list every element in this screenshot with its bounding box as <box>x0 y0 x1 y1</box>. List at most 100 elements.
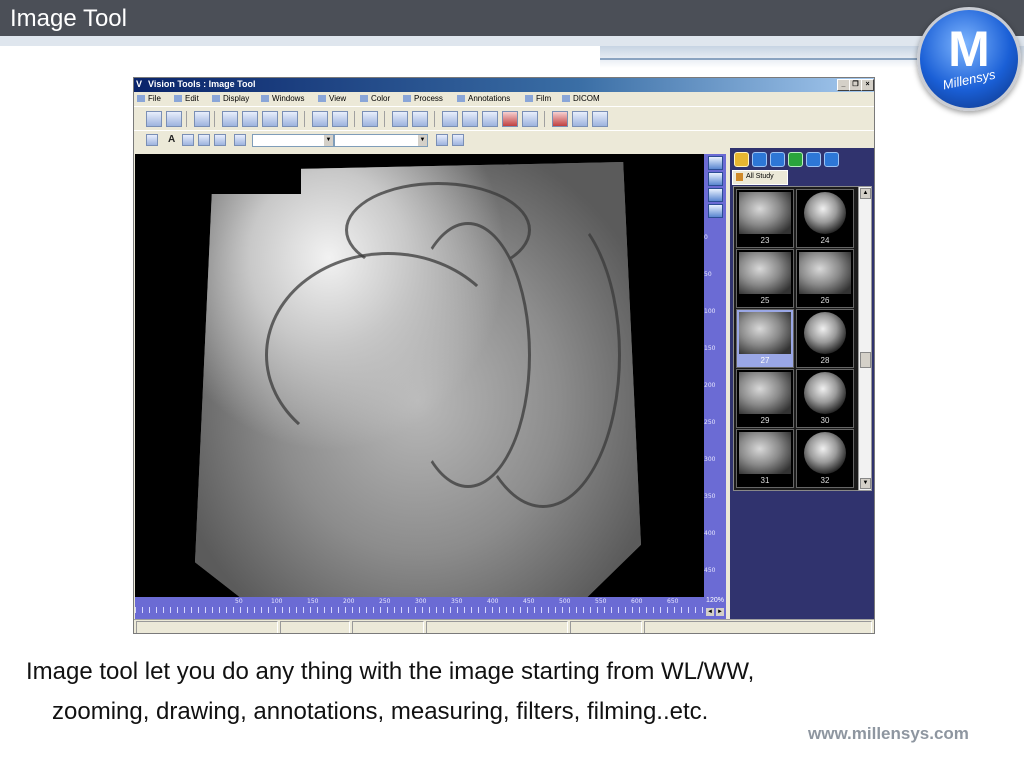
status-cell <box>352 621 424 633</box>
window-title: Vision Tools : Image Tool <box>148 79 256 89</box>
zoom-in-button[interactable]: ► <box>716 608 724 616</box>
ruler-label: 550 <box>595 598 607 605</box>
annotation-size-dropdown[interactable]: ▼ <box>334 134 428 147</box>
magnify-icon[interactable] <box>708 204 723 218</box>
zoom-fit-icon[interactable] <box>708 156 723 170</box>
thumbnail[interactable]: 30 <box>796 369 854 428</box>
ruler-label: 250 <box>704 419 716 426</box>
hand-icon[interactable] <box>146 134 158 146</box>
back-arrow-icon[interactable] <box>752 152 767 167</box>
open-folder-icon[interactable] <box>734 152 749 167</box>
annotation-toolbar: A ▼ ▼ <box>134 130 874 149</box>
export-icon[interactable] <box>592 111 608 127</box>
scroll-up-icon[interactable]: ▲ <box>860 188 871 199</box>
ruler-label: 0 <box>704 234 708 241</box>
zoom-out-button[interactable]: ◄ <box>706 608 714 616</box>
thumbnail-image <box>739 312 791 354</box>
undo-icon[interactable] <box>194 111 210 127</box>
thumbnail[interactable]: 32 <box>796 429 854 488</box>
folder-icon <box>137 95 145 102</box>
print-preview-icon[interactable] <box>572 111 588 127</box>
ruler-label: 100 <box>704 308 716 315</box>
arrow-tool-icon[interactable] <box>182 134 194 146</box>
image-info-icon[interactable] <box>312 111 328 127</box>
menu-film[interactable]: Film <box>525 94 551 103</box>
caption-line-1: Image tool let you do any thing with the… <box>26 658 755 685</box>
save-icon[interactable] <box>146 111 162 127</box>
text-tool-icon[interactable]: A <box>168 134 175 145</box>
thumbnail-number: 30 <box>820 416 830 425</box>
menu-process[interactable]: Process <box>403 94 443 103</box>
film-layout-icon[interactable] <box>442 111 458 127</box>
scroll-thumb[interactable] <box>860 352 871 368</box>
invert-icon[interactable] <box>392 111 408 127</box>
ruler-label: 400 <box>487 598 499 605</box>
ruler-ticks <box>135 607 704 613</box>
main-toolbar <box>134 106 874 131</box>
tab-all-study-label: All Study <box>746 173 774 180</box>
menu-edit[interactable]: Edit <box>174 94 199 103</box>
menu-color[interactable]: Color <box>360 94 390 103</box>
ruler-label: 450 <box>704 567 716 574</box>
thumbnail-image <box>804 372 846 414</box>
menu-windows[interactable]: Windows <box>261 94 304 103</box>
thumbnail[interactable]: 29 <box>736 369 794 428</box>
overlay-info-box <box>135 154 301 194</box>
thumbnail[interactable]: 31 <box>736 429 794 488</box>
grid-2x2-icon[interactable] <box>806 152 821 167</box>
grid-3x3-icon[interactable] <box>824 152 839 167</box>
thumbnail-selected[interactable]: 27 <box>736 309 794 368</box>
layout-rows-icon[interactable] <box>282 111 298 127</box>
angle-tool-icon[interactable] <box>198 134 210 146</box>
thumbnail-number: 32 <box>820 476 830 485</box>
ruler-label: 200 <box>343 598 355 605</box>
menu-dicom[interactable]: DICOM <box>562 94 600 103</box>
windows-icon <box>261 95 269 102</box>
menu-display[interactable]: Display <box>212 94 249 103</box>
image-tool-window: V Vision Tools : Image Tool _ ❐ × File E… <box>133 77 875 634</box>
thumbnail[interactable]: 25 <box>736 249 794 308</box>
window-level-icon[interactable] <box>412 111 428 127</box>
zoom-image-icon[interactable] <box>332 111 348 127</box>
ruler-label: 150 <box>704 345 716 352</box>
thumbnail[interactable]: 28 <box>796 309 854 368</box>
thumbnail[interactable]: 24 <box>796 189 854 248</box>
film-remove-icon[interactable] <box>482 111 498 127</box>
layout-columns-icon[interactable] <box>262 111 278 127</box>
close-button[interactable]: × <box>861 79 874 91</box>
thumbnail-scrollbar[interactable]: ▲ ▼ <box>858 186 872 491</box>
star-icon[interactable] <box>234 134 246 146</box>
film-delete-icon[interactable] <box>502 111 518 127</box>
thumbnail[interactable]: 26 <box>796 249 854 308</box>
status-cell <box>570 621 642 633</box>
layout-grid-icon[interactable] <box>222 111 238 127</box>
pan-hand-icon[interactable] <box>362 111 378 127</box>
eraser-icon[interactable] <box>214 134 226 146</box>
status-cell <box>280 621 350 633</box>
film-add-icon[interactable] <box>462 111 478 127</box>
scroll-down-icon[interactable]: ▼ <box>860 478 871 489</box>
save-as-icon[interactable] <box>166 111 182 127</box>
image-viewport[interactable] <box>135 154 704 597</box>
print-icon[interactable] <box>552 111 568 127</box>
menu-view[interactable]: View <box>318 94 346 103</box>
thumbnail-image <box>739 372 791 414</box>
edit-icon <box>174 95 182 102</box>
header-band <box>0 36 1024 46</box>
calibrate-icon[interactable] <box>452 134 464 146</box>
layout-single-icon[interactable] <box>242 111 258 127</box>
flip-icon[interactable] <box>708 188 723 202</box>
measure-icon[interactable] <box>436 134 448 146</box>
slide-header: Image Tool <box>0 0 1024 36</box>
refresh-icon[interactable] <box>788 152 803 167</box>
forward-arrow-icon[interactable] <box>770 152 785 167</box>
menu-annotations[interactable]: Annotations <box>457 94 510 103</box>
film-grid-icon[interactable] <box>522 111 538 127</box>
zoom-control: 120% ◄ ► <box>704 597 726 619</box>
tab-all-study[interactable]: All Study <box>732 170 788 185</box>
thumbnail[interactable]: 23 <box>736 189 794 248</box>
menu-file[interactable]: File <box>137 94 161 103</box>
annotation-style-dropdown[interactable]: ▼ <box>252 134 334 147</box>
ruler-label: 650 <box>667 598 679 605</box>
rotate-icon[interactable] <box>708 172 723 186</box>
